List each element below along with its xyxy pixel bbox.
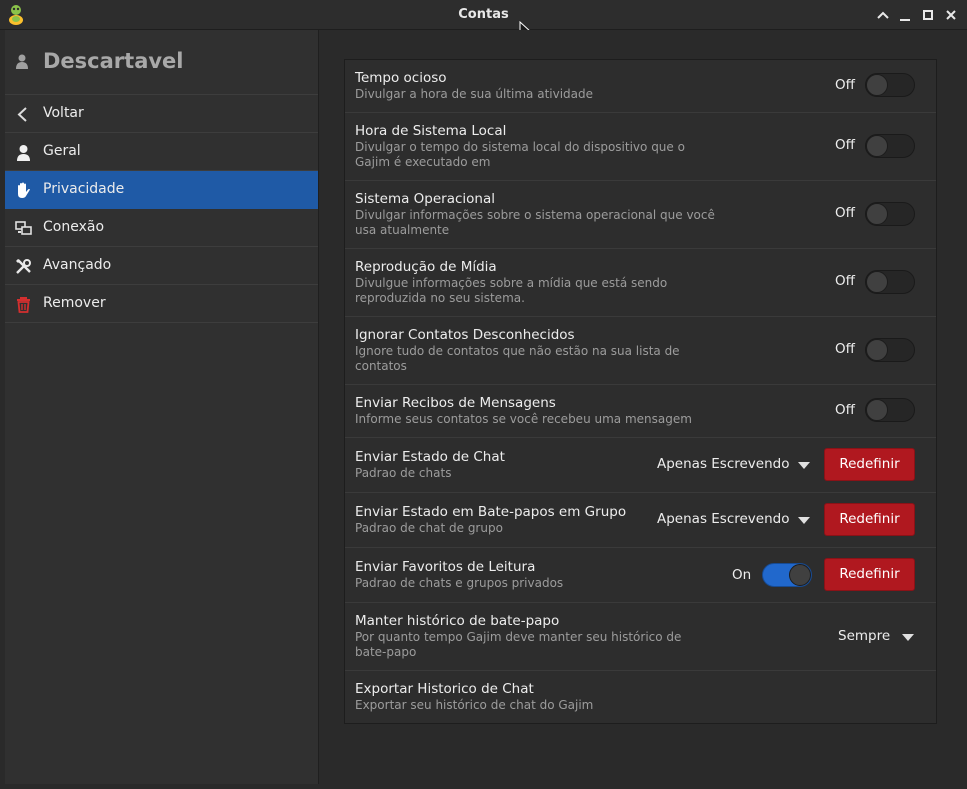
setting-subtitle: Exportar seu histórico de chat do Gajim	[355, 698, 594, 712]
sidebar-item-remover[interactable]: Remover	[5, 285, 318, 323]
switch-knob	[866, 271, 888, 293]
switch-state-label: Off	[835, 341, 855, 357]
setting-subtitle: Divulgue informações sobre a mídia que e…	[355, 276, 668, 305]
dropdown-arrow-icon	[902, 634, 914, 641]
switch-state-label: Off	[835, 137, 855, 153]
switch-knob	[866, 203, 888, 225]
minimize-icon[interactable]	[897, 7, 913, 23]
setting-subtitle: Divulgar o tempo do sistema local do dis…	[355, 140, 685, 169]
trash-icon	[17, 297, 30, 313]
maximize-chevron-up-icon[interactable]	[875, 7, 891, 23]
setting-title: Exportar Historico de Chat	[355, 681, 534, 697]
setting-row-recibos-mensagens: Enviar Recibos de Mensagens Informe seus…	[345, 385, 936, 438]
sidebar-item-voltar[interactable]: Voltar	[5, 95, 318, 133]
setting-row-historico: Manter histórico de bate-papo Por quanto…	[345, 603, 936, 671]
setting-title: Enviar Estado de Chat	[355, 449, 505, 465]
dropdown-value: Apenas Escrevendo	[657, 511, 790, 527]
switch-knob	[866, 74, 888, 96]
dropdown-value: Apenas Escrevendo	[657, 456, 790, 472]
setting-row-hora-sistema-local: Hora de Sistema Local Divulgar o tempo d…	[345, 113, 936, 181]
setting-row-estado-chat: Enviar Estado de Chat Padrao de chats Ap…	[345, 438, 936, 493]
switch-state-label: On	[732, 567, 752, 583]
sidebar: Descartavel Voltar Geral Privacidade Con…	[5, 30, 319, 784]
favoritos-leitura-switch[interactable]	[762, 563, 812, 587]
tempo-ocioso-switch[interactable]	[865, 73, 915, 97]
ignorar-contatos-switch[interactable]	[865, 338, 915, 362]
switch-knob	[866, 399, 888, 421]
dropdown-value: Sempre	[838, 628, 891, 644]
switch-knob	[866, 339, 888, 361]
window-title: Contas	[458, 7, 509, 22]
sidebar-item-geral[interactable]: Geral	[5, 133, 318, 171]
setting-title: Hora de Sistema Local	[355, 123, 507, 139]
sistema-operacional-switch[interactable]	[865, 202, 915, 226]
sidebar-item-label: Privacidade	[43, 181, 125, 197]
setting-title: Manter histórico de bate-papo	[355, 613, 560, 629]
redefinir-estado-chat-button[interactable]: Redefinir	[824, 448, 915, 481]
user-icon	[16, 54, 28, 69]
switch-knob	[866, 135, 888, 157]
switch-state-label: Off	[835, 77, 855, 93]
setting-row-estado-grupo: Enviar Estado em Bate-papos em Grupo Pad…	[345, 493, 936, 548]
recibos-mensagens-switch[interactable]	[865, 398, 915, 422]
sidebar-item-privacidade[interactable]: Privacidade	[5, 171, 318, 209]
setting-subtitle: Por quanto tempo Gajim deve manter seu h…	[355, 630, 682, 659]
privacy-settings-panel: Tempo ocioso Divulgar a hora de sua últi…	[320, 30, 967, 789]
setting-row-sistema-operacional: Sistema Operacional Divulgar informações…	[345, 181, 936, 249]
manter-historico-dropdown[interactable]: Sempre	[838, 625, 918, 649]
setting-row-exportar-historico[interactable]: Exportar Historico de Chat Exportar seu …	[345, 671, 936, 723]
setting-row-ignorar-contatos: Ignorar Contatos Desconhecidos Ignore tu…	[345, 317, 936, 385]
user-icon	[17, 145, 30, 161]
hand-icon	[18, 182, 30, 198]
setting-subtitle: Divulgar a hora de sua última atividade	[355, 87, 594, 101]
redefinir-estado-grupo-button[interactable]: Redefinir	[824, 503, 915, 536]
setting-row-favoritos-leitura: Enviar Favoritos de Leitura Padrao de ch…	[345, 548, 936, 603]
switch-state-label: Off	[835, 205, 855, 221]
setting-title: Enviar Estado em Bate-papos em Grupo	[355, 504, 627, 520]
dropdown-arrow-icon	[798, 517, 810, 524]
sidebar-item-label: Voltar	[43, 105, 84, 121]
dropdown-arrow-icon	[798, 462, 810, 469]
close-icon[interactable]	[943, 7, 959, 23]
switch-state-label: Off	[835, 273, 855, 289]
sidebar-item-avancado[interactable]: Avançado	[5, 247, 318, 285]
account-name: Descartavel	[43, 49, 184, 73]
sidebar-item-label: Remover	[43, 295, 106, 311]
setting-subtitle: Ignore tudo de contatos que não estão na…	[355, 344, 680, 373]
setting-title: Enviar Recibos de Mensagens	[355, 395, 556, 411]
account-header: Descartavel	[5, 30, 318, 95]
sidebar-item-label: Geral	[43, 143, 81, 159]
setting-subtitle: Informe seus contatos se você recebeu um…	[355, 412, 692, 426]
setting-row-tempo-ocioso: Tempo ocioso Divulgar a hora de sua últi…	[345, 60, 936, 113]
estado-chat-dropdown[interactable]: Apenas Escrevendo	[657, 453, 812, 477]
sidebar-item-conexao[interactable]: Conexão	[5, 209, 318, 247]
setting-subtitle: Padrao de chats e grupos privados	[355, 576, 564, 590]
settings-list: Tempo ocioso Divulgar a hora de sua últi…	[344, 59, 937, 724]
restore-icon[interactable]	[920, 7, 936, 23]
switch-state-label: Off	[835, 402, 855, 418]
setting-title: Sistema Operacional	[355, 191, 496, 207]
setting-title: Reprodução de Mídia	[355, 259, 497, 275]
setting-subtitle: Divulgar informações sobre o sistema ope…	[355, 208, 715, 237]
estado-grupo-dropdown[interactable]: Apenas Escrevendo	[657, 508, 812, 532]
setting-title: Enviar Favoritos de Leitura	[355, 559, 536, 575]
sidebar-item-label: Avançado	[43, 257, 112, 273]
setting-row-reproducao-midia: Reprodução de Mídia Divulgue informações…	[345, 249, 936, 317]
network-icon	[15, 221, 32, 235]
sidebar-item-label: Conexão	[43, 219, 105, 235]
title-bar: Contas	[0, 0, 967, 30]
tools-icon	[16, 259, 31, 274]
setting-title: Tempo ocioso	[355, 70, 447, 86]
switch-knob	[789, 564, 811, 586]
setting-title: Ignorar Contatos Desconhecidos	[355, 327, 575, 343]
redefinir-favoritos-button[interactable]: Redefinir	[824, 558, 915, 591]
reproducao-midia-switch[interactable]	[865, 270, 915, 294]
hora-sistema-local-switch[interactable]	[865, 134, 915, 158]
chevron-left-icon	[17, 107, 27, 122]
